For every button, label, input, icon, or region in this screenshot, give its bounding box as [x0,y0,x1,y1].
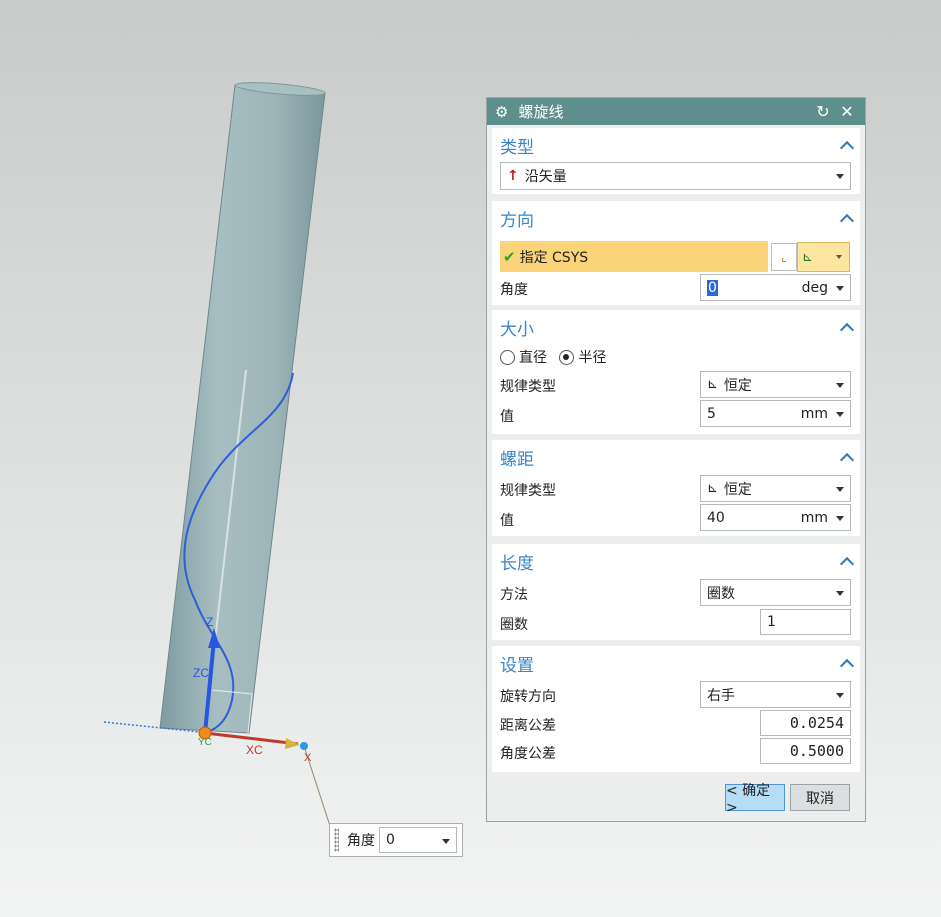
pitch-section: 螺距 规律类型 ⊾ 恒定 值 40 mm [492,440,860,536]
csys-dialog-button[interactable]: ⌞ [771,243,797,271]
helix-dialog: ⚙ 螺旋线 ↻ ✕ 类型 ↑ 沿矢量 方向 ✔ 指定 CSYS ⌞ ⊾ 角度 0… [486,97,866,822]
chevron-down-icon [836,516,844,521]
radio-radius-label: 半径 [578,350,607,366]
angle-tolerance-value: 0.5000 [789,742,844,760]
method-value: 圈数 [707,585,735,602]
chevron-down-icon [836,174,844,179]
size-law-type-value: 恒定 [723,377,752,394]
pitch-value-input[interactable]: 40 mm [700,504,851,531]
dialog-title: 螺旋线 [518,103,564,121]
cancel-button[interactable]: 取消 [790,784,850,811]
radio-diameter-label: 直径 [519,350,547,366]
size-value: 5 [707,405,716,422]
radio-radius[interactable]: 半径 [559,350,606,366]
reset-icon[interactable]: ↻ [813,102,833,121]
size-value-input[interactable]: 5 mm [700,400,851,427]
distance-tolerance-label: 距离公差 [500,718,556,734]
method-select[interactable]: 圈数 [700,579,851,606]
floating-angle-label: 角度 [347,833,375,849]
axis-label-x: X [304,752,312,764]
pitch-law-type-label: 规律类型 [500,483,556,499]
chevron-down-icon [442,839,450,844]
collapse-chevron-icon[interactable] [840,211,854,225]
chevron-down-icon [836,383,844,388]
axis-label-zc: ZC [193,666,209,680]
csys-label: 指定 CSYS [519,249,589,266]
angle-label: 角度 [500,282,528,298]
chevron-down-icon [836,591,844,596]
handedness-label: 旋转方向 [500,689,556,705]
size-mode-radios: 直径 半径 [500,347,606,367]
chevron-down-icon [836,693,844,698]
radio-diameter[interactable]: 直径 [500,350,551,366]
angle-input[interactable]: 0 deg [700,274,851,301]
collapse-chevron-icon[interactable] [840,656,854,670]
type-section: 类型 ↑ 沿矢量 [492,128,860,194]
type-value: 沿矢量 [524,169,567,185]
drag-grip-icon[interactable] [334,828,339,852]
type-select[interactable]: ↑ 沿矢量 [500,162,851,190]
dialog-titlebar[interactable]: ⚙ 螺旋线 ↻ ✕ [487,98,865,125]
gear-icon[interactable]: ⚙ [495,103,508,121]
turns-label: 圈数 [500,617,528,633]
handedness-value: 右手 [707,687,735,704]
method-label: 方法 [500,587,528,603]
cylinder-body[interactable] [159,80,326,734]
collapse-chevron-icon[interactable] [840,138,854,152]
size-heading: 大小 [500,319,534,340]
chevron-down-icon [836,487,844,492]
floating-angle-value: 0 [386,832,395,848]
distance-tolerance-value: 0.0254 [789,714,844,732]
collapse-chevron-icon[interactable] [840,320,854,334]
csys-dialog-icon: ⌞ [781,250,787,264]
handedness-select[interactable]: 右手 [700,681,851,708]
axis-label-xc: XC [246,743,263,757]
size-unit: mm [800,406,828,422]
pitch-law-type-value: 恒定 [723,481,752,498]
angle-value: 0 [707,279,718,296]
pitch-value-label: 值 [500,513,514,529]
angle-tolerance-input[interactable]: 0.5000 [760,738,851,764]
settings-heading: 设置 [500,655,534,676]
size-section: 大小 直径 半径 规律类型 ⊾ 恒定 值 5 mm [492,310,860,434]
collapse-chevron-icon[interactable] [840,450,854,464]
length-heading: 长度 [500,553,534,574]
csys-type-dropdown[interactable]: ⊾ [797,242,850,272]
distance-tolerance-input[interactable]: 0.0254 [760,710,851,736]
floating-angle-select[interactable]: 0 [379,827,457,853]
collapse-chevron-icon[interactable] [840,554,854,568]
chevron-down-icon [836,286,844,291]
law-constant-icon: ⊾ [707,481,718,496]
angle-tolerance-label: 角度公差 [500,746,556,762]
check-icon: ✔ [503,247,516,266]
radio-diameter-circle [500,350,515,365]
settings-section: 设置 旋转方向 右手 距离公差 0.0254 角度公差 0.5000 [492,646,860,772]
axis-label-z: Z [206,615,213,629]
specify-csys-field[interactable]: ✔ 指定 CSYS [500,241,768,272]
radio-radius-circle [559,350,575,365]
size-law-type-label: 规律类型 [500,379,556,395]
length-section: 长度 方法 圈数 圈数 1 [492,544,860,640]
size-value-label: 值 [500,409,514,425]
chevron-down-icon [836,412,844,417]
angle-unit: deg [801,280,828,296]
arrow-up-icon: ↑ [507,168,519,184]
size-law-type-select[interactable]: ⊾ 恒定 [700,371,851,398]
csys-axes-icon: ⊾ [802,249,813,265]
pitch-heading: 螺距 [500,449,534,470]
pitch-unit: mm [800,510,828,526]
floating-angle-input: 角度 0 [329,823,463,857]
type-heading: 类型 [500,137,534,158]
pitch-law-type-select[interactable]: ⊾ 恒定 [700,475,851,502]
chevron-down-icon [836,255,842,259]
direction-section: 方向 ✔ 指定 CSYS ⌞ ⊾ 角度 0 deg [492,201,860,305]
law-constant-icon: ⊾ [707,377,718,392]
ok-button[interactable]: < 确定 > [725,783,785,816]
pitch-value: 40 [707,509,725,526]
direction-heading: 方向 [500,210,534,231]
axis-label-yc: YC [198,737,212,748]
close-icon[interactable]: ✕ [837,102,857,121]
turns-input[interactable]: 1 [760,609,851,635]
turns-value: 1 [767,614,776,630]
